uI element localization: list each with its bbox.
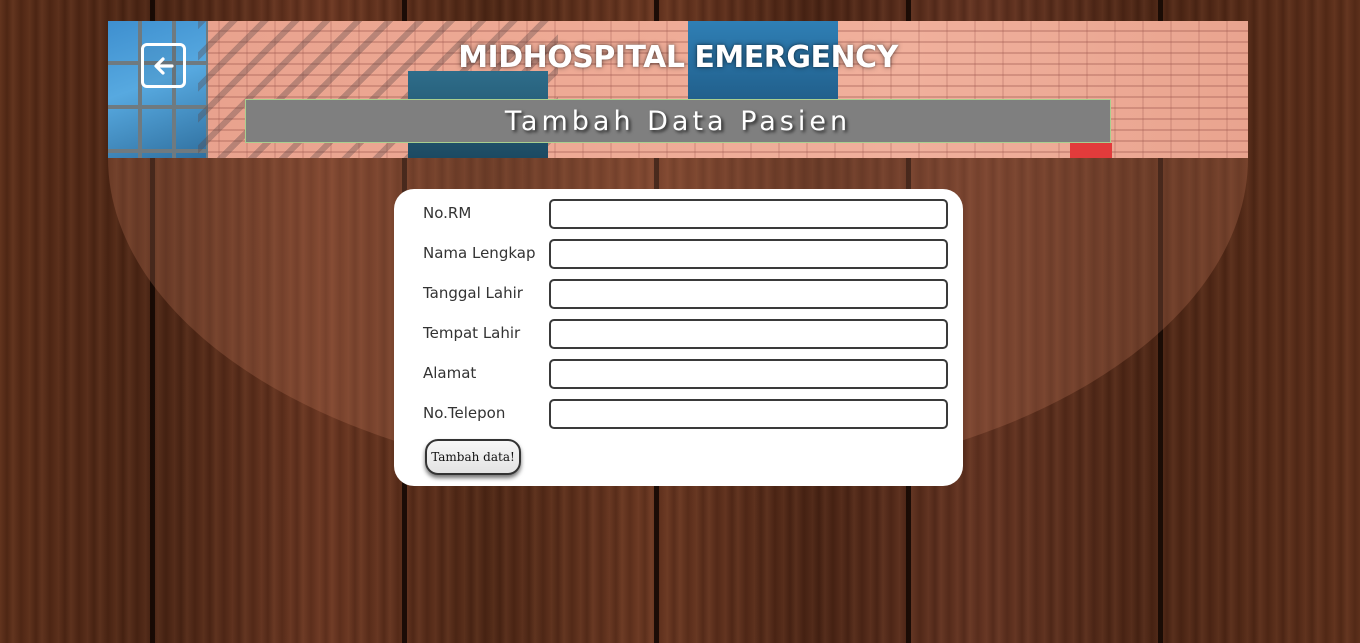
alamat-label: Alamat bbox=[423, 364, 477, 382]
page-title: MIDHOSPITAL EMERGENCY bbox=[458, 40, 898, 75]
tanggal-lahir-label: Tanggal Lahir bbox=[423, 284, 523, 302]
tanggal-lahir-input[interactable] bbox=[549, 279, 948, 309]
form-row-tempat-lahir: Tempat Lahir bbox=[394, 319, 963, 349]
page-subtitle: Tambah Data Pasien bbox=[504, 105, 852, 137]
form-row-nama-lengkap: Nama Lengkap bbox=[394, 239, 963, 269]
subtitle-bar: Tambah Data Pasien bbox=[245, 99, 1111, 143]
no-rm-label: No.RM bbox=[423, 204, 472, 222]
form-row-no-rm: No.RM bbox=[394, 199, 963, 229]
no-rm-input[interactable] bbox=[549, 199, 948, 229]
nama-lengkap-input[interactable] bbox=[549, 239, 948, 269]
no-telepon-label: No.Telepon bbox=[423, 404, 506, 422]
form-row-alamat: Alamat bbox=[394, 359, 963, 389]
form-row-no-telepon: No.Telepon bbox=[394, 399, 963, 429]
submit-button[interactable]: Tambah data! bbox=[425, 439, 521, 475]
no-telepon-input[interactable] bbox=[549, 399, 948, 429]
form-row-tanggal-lahir: Tanggal Lahir bbox=[394, 279, 963, 309]
alamat-input[interactable] bbox=[549, 359, 948, 389]
tempat-lahir-label: Tempat Lahir bbox=[423, 324, 521, 342]
nama-lengkap-label: Nama Lengkap bbox=[423, 244, 536, 262]
patient-form: No.RM Nama Lengkap Tanggal Lahir Tempat … bbox=[394, 189, 963, 486]
tempat-lahir-input[interactable] bbox=[549, 319, 948, 349]
banner-red-mark bbox=[1070, 143, 1112, 158]
